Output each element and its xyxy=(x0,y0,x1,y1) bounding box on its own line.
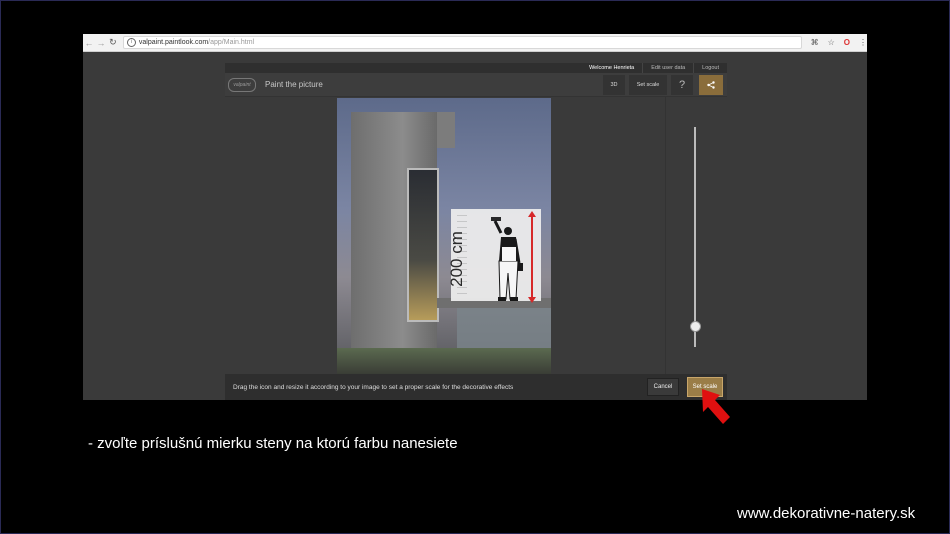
scale-label: 200 cm xyxy=(446,231,466,287)
workspace: 200 cm xyxy=(225,97,728,375)
user-bar: Welcome Henrieta Edit user data Logout xyxy=(225,63,727,73)
canvas-area: 200 cm xyxy=(225,97,665,375)
reload-icon[interactable]: ↻ xyxy=(107,37,119,48)
app-logo: valpaint xyxy=(228,77,256,92)
height-arrow xyxy=(531,215,533,300)
hint-bar: Drag the icon and resize it according to… xyxy=(225,374,727,400)
menu-dots-icon[interactable]: ⋮ xyxy=(859,38,867,47)
bookmark-star-icon[interactable]: ☆ xyxy=(828,38,835,47)
painter-figure-icon xyxy=(491,217,523,301)
translate-icon[interactable]: ⌘ xyxy=(811,38,819,47)
logout-link[interactable]: Logout xyxy=(693,63,727,73)
help-button[interactable]: ? xyxy=(671,74,693,95)
hint-text: Drag the icon and resize it according to… xyxy=(233,383,514,391)
url-host: valpaint.paintlook.com xyxy=(138,39,209,46)
page-title: Paint the picture xyxy=(265,80,323,89)
back-icon[interactable]: ← xyxy=(83,38,95,48)
paint-app: Welcome Henrieta Edit user data Logout v… xyxy=(225,63,728,400)
welcome-text: Welcome Henrieta xyxy=(589,65,635,71)
edit-user-link[interactable]: Edit user data xyxy=(642,63,693,73)
app-toolbar: valpaint Paint the picture 3D Set scale … xyxy=(225,73,727,97)
zoom-slider-thumb[interactable] xyxy=(690,321,701,332)
forward-icon[interactable]: → xyxy=(95,38,107,48)
browser-toolbar: ← → ↻ i valpaint.paintlook.com/app/Main.… xyxy=(83,34,867,52)
zoom-panel xyxy=(665,97,728,375)
share-button[interactable] xyxy=(699,74,723,95)
info-icon[interactable]: i xyxy=(126,38,136,47)
zoom-slider[interactable] xyxy=(694,127,696,347)
opera-icon[interactable]: O xyxy=(844,38,850,47)
slide-caption: - zvoľte príslušnú mierku steny na ktorú… xyxy=(88,435,458,452)
browser-window: ← → ↻ i valpaint.paintlook.com/app/Main.… xyxy=(83,34,867,400)
3d-button[interactable]: 3D xyxy=(603,74,625,95)
url-path: /app/Main.html xyxy=(208,39,255,46)
pointer-arrow-icon xyxy=(702,389,730,424)
cancel-button[interactable]: Cancel xyxy=(647,378,679,396)
share-icon xyxy=(707,80,715,89)
scale-icon[interactable]: 200 cm xyxy=(447,209,541,303)
address-bar[interactable]: i valpaint.paintlook.com/app/Main.html xyxy=(122,36,802,49)
website-url: www.dekorativne-natery.sk xyxy=(737,505,916,522)
set-scale-tab[interactable]: Set scale xyxy=(629,74,667,95)
